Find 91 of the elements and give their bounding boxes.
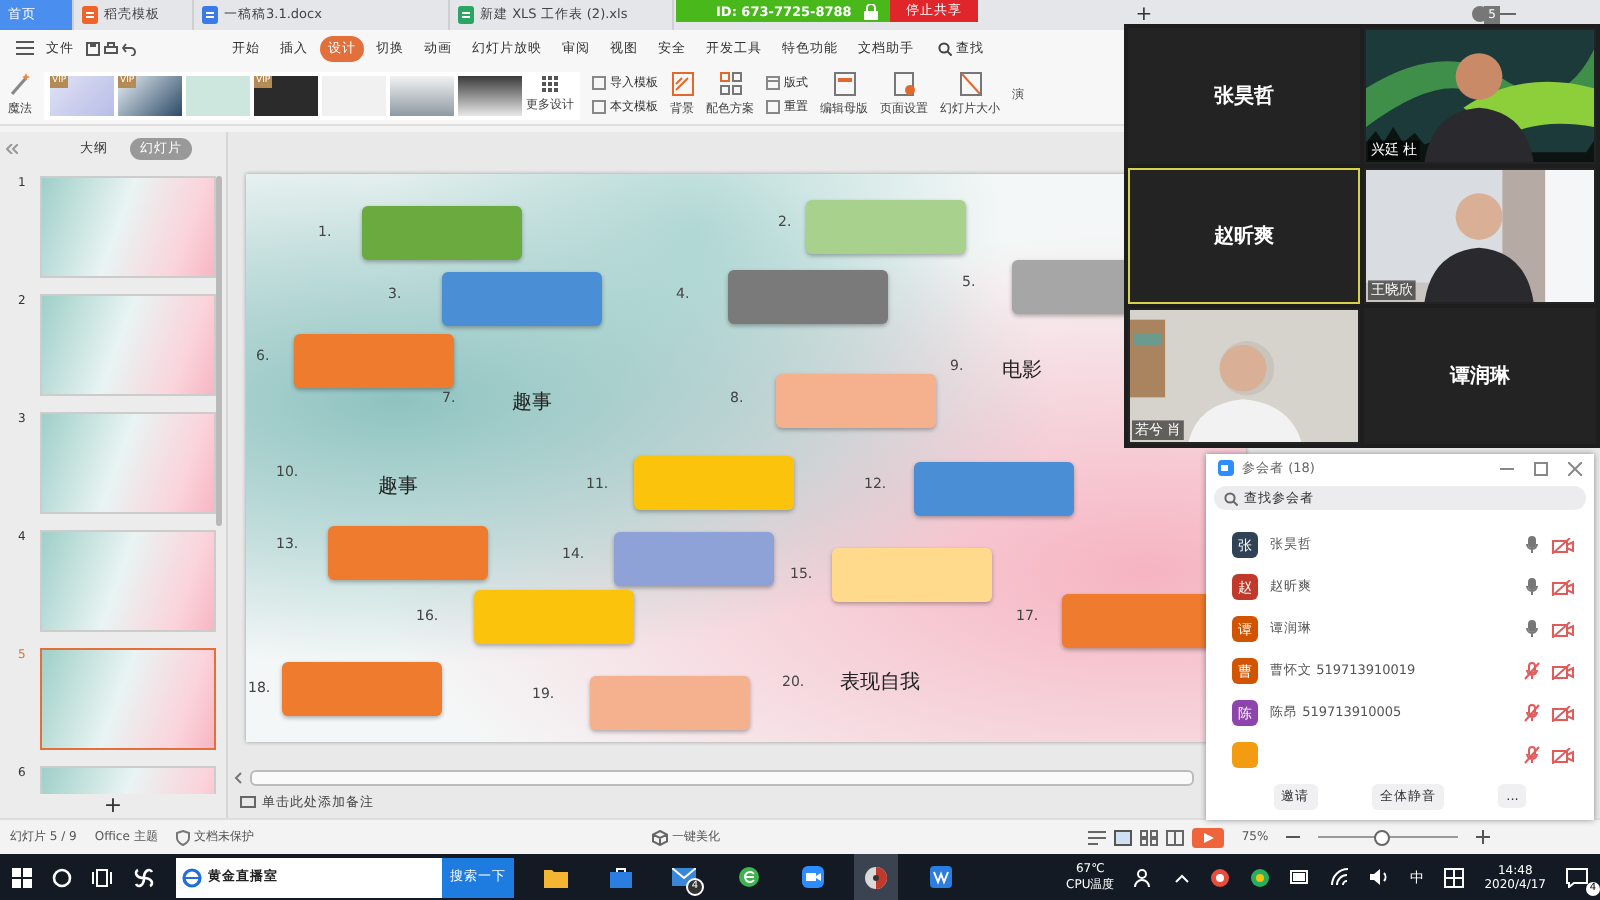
bag-icon: [609, 866, 631, 888]
chevron-up-icon[interactable]: [1174, 871, 1191, 883]
layout-icon: [766, 76, 780, 90]
scroll-left-icon[interactable]: [234, 771, 242, 783]
video-tile[interactable]: 赵昕爽: [1128, 168, 1360, 304]
message-icon: [1566, 867, 1588, 887]
video-off-icon[interactable]: [1552, 747, 1574, 763]
participant-name: 赵昕爽: [1214, 223, 1274, 250]
keyboard-icon[interactable]: [1444, 867, 1465, 887]
notes-view-icon[interactable]: [1087, 829, 1106, 845]
video-camera-icon: [801, 866, 823, 888]
windows-start-icon[interactable]: [12, 867, 32, 887]
answer-text: 表现自我: [840, 669, 920, 696]
search-icon: [1224, 491, 1238, 505]
video-off-icon[interactable]: [1552, 579, 1574, 595]
collapse-icon[interactable]: [6, 143, 18, 153]
zoom-in-icon[interactable]: [1476, 830, 1491, 844]
people-icon[interactable]: [1134, 867, 1155, 887]
scrollbar[interactable]: [216, 176, 222, 526]
taskbar-app[interactable]: [854, 854, 898, 900]
task-view-icon[interactable]: [92, 867, 112, 887]
search-icon: [938, 41, 952, 55]
mic-icon[interactable]: [1524, 620, 1540, 638]
answer-text: 电影: [1002, 357, 1042, 384]
file-icon: [82, 6, 98, 24]
participant-name: 谭润琳: [1450, 362, 1510, 390]
muted-mic-icon[interactable]: [1524, 704, 1540, 722]
slide-thumbnail[interactable]: [40, 648, 216, 750]
video-camera-icon: [1218, 460, 1234, 476]
undo-icon[interactable]: [122, 41, 136, 55]
slide-thumbnail[interactable]: [40, 530, 216, 632]
participant-name: 张昊哲: [1214, 83, 1274, 110]
zoom-slider-thumb[interactable]: [1373, 830, 1390, 846]
print-icon[interactable]: [104, 41, 118, 55]
slide-thumbnail[interactable]: [40, 412, 216, 514]
muted-mic-icon[interactable]: [1524, 662, 1540, 680]
fan-icon[interactable]: [132, 865, 156, 889]
folder-icon: [544, 867, 568, 887]
slide-thumbnail[interactable]: [40, 176, 216, 278]
wand-icon: [8, 72, 32, 96]
template-thumbnail[interactable]: [458, 75, 522, 115]
video-off-icon[interactable]: [1552, 705, 1574, 721]
palette-icon: [719, 72, 741, 96]
grid-view-icon[interactable]: [1139, 829, 1158, 845]
cube-icon: [651, 829, 668, 845]
disc-icon: [864, 865, 888, 889]
resize-icon: [959, 72, 981, 96]
tray-app-icon[interactable]: [1210, 867, 1231, 887]
play-button[interactable]: [1191, 827, 1224, 847]
video-off-icon[interactable]: [1552, 537, 1574, 553]
video-off-icon[interactable]: [1552, 663, 1574, 679]
wifi-icon[interactable]: [1330, 868, 1351, 886]
speaker-icon[interactable]: [1370, 868, 1391, 886]
answer-text: 趣事: [512, 389, 552, 416]
cortana-icon[interactable]: [52, 867, 72, 887]
video-tile[interactable]: 谭润琳: [1364, 308, 1596, 444]
mic-icon[interactable]: [1524, 536, 1540, 554]
scrollbar[interactable]: [250, 769, 1194, 785]
answer-text: 趣事: [378, 473, 418, 500]
file-icon: [458, 6, 474, 24]
grid-icon: [542, 76, 558, 92]
slide-thumbnail[interactable]: [40, 294, 216, 396]
user-avatar-icon[interactable]: [1472, 6, 1488, 22]
mail-icon: [672, 868, 696, 886]
browser-icon: [737, 866, 759, 888]
lock-icon: [863, 3, 878, 19]
muted-mic-icon[interactable]: [1524, 746, 1540, 764]
close-icon[interactable]: [1568, 461, 1582, 475]
mic-icon[interactable]: [1524, 578, 1540, 596]
master-icon: [833, 72, 855, 96]
normal-view-icon[interactable]: [1113, 829, 1132, 845]
video-off-icon[interactable]: [1552, 621, 1574, 637]
browser-icon: [182, 867, 202, 887]
video-tile[interactable]: 张昊哲: [1128, 28, 1360, 164]
reading-view-icon[interactable]: [1165, 829, 1184, 845]
new-tab-button[interactable]: +: [1123, 0, 1165, 30]
background-icon: [671, 72, 693, 96]
document-app-icon: [929, 866, 951, 888]
layout-icon: [766, 100, 780, 114]
template-thumbnail[interactable]: [186, 75, 250, 115]
template-thumbnail[interactable]: [390, 75, 454, 115]
zoom-out-icon[interactable]: [1286, 830, 1301, 844]
menu-icon[interactable]: [16, 40, 34, 56]
tray-app-icon[interactable]: [1250, 867, 1271, 887]
maximize-icon[interactable]: [1534, 461, 1548, 475]
file-icon: [202, 6, 218, 24]
shield-icon: [175, 829, 190, 845]
page-icon: [893, 72, 915, 96]
battery-icon[interactable]: [1290, 870, 1311, 884]
comment-icon: [240, 795, 256, 809]
save-icon[interactable]: [86, 41, 100, 55]
